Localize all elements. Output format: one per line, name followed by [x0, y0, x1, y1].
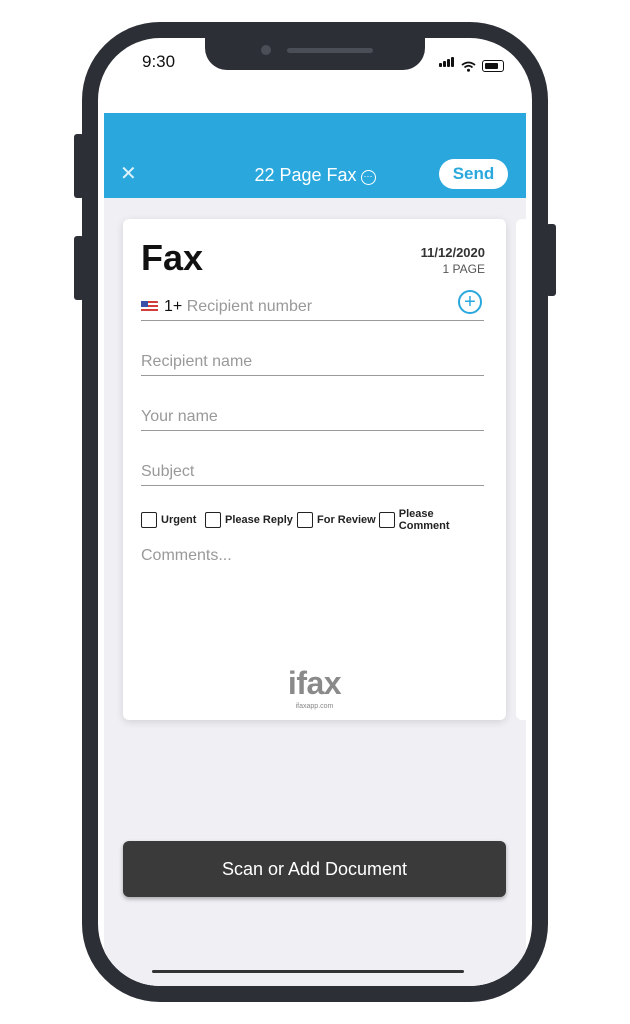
more-circle-icon[interactable]: ⋯ [360, 170, 376, 185]
fax-date: 11/12/2020 [420, 245, 485, 260]
checkbox-please-comment[interactable]: Please Comment [379, 508, 486, 532]
wifi-icon [461, 61, 476, 72]
volume-button [74, 236, 84, 300]
screen: 9:30 ✕ 22 Page Fax ⋯ Send Fax 11/12/2020 … [98, 38, 532, 986]
checkbox-label: For Review [317, 514, 376, 526]
header-title: 22 Page Fax [254, 165, 357, 185]
country-code-text: 1+ [164, 298, 183, 315]
home-indicator[interactable] [152, 970, 464, 973]
logo-url: ifaxapp.com [295, 703, 334, 710]
recipient-number-placeholder: Recipient number [186, 298, 313, 315]
status-time: 9:30 [142, 52, 176, 71]
checkbox-box[interactable] [297, 512, 313, 528]
scan-add-document-button[interactable]: Scan or Add Document [123, 841, 506, 897]
recipient-number-field[interactable]: 1+ Recipient number + [141, 290, 484, 321]
status-icons [439, 54, 504, 72]
subject-placeholder: Subject [141, 463, 195, 480]
plus-circle-icon[interactable]: + [458, 290, 482, 314]
us-flag-icon[interactable] [141, 301, 158, 312]
checkbox-label: Urgent [161, 514, 197, 526]
camera [261, 45, 271, 55]
checkbox-box[interactable] [379, 512, 395, 528]
notch [205, 38, 425, 70]
checkbox-box[interactable] [141, 512, 157, 528]
checkbox-urgent[interactable]: Urgent [141, 511, 196, 529]
power-button [546, 224, 556, 296]
fax-cover-card: Fax 11/12/2020 1 PAGE 1+ Recipient numbe… [123, 219, 506, 720]
fax-title: Fax [141, 237, 204, 278]
ifax-logo: ifax [287, 665, 342, 701]
subject-field[interactable]: Subject [141, 461, 484, 486]
app-header: ✕ 22 Page Fax ⋯ Send [104, 113, 526, 198]
battery-icon [482, 60, 504, 72]
recipient-name-field[interactable]: Recipient name [141, 351, 484, 376]
speaker [287, 48, 373, 53]
checkbox-box[interactable] [205, 512, 221, 528]
comments-field[interactable]: Comments... [141, 547, 232, 565]
checkbox-please-reply[interactable]: Please Reply [205, 511, 293, 529]
your-name-placeholder: Your name [141, 408, 218, 425]
send-button[interactable]: Send [439, 159, 508, 189]
your-name-field[interactable]: Your name [141, 406, 484, 431]
signal-icon [439, 54, 455, 72]
silent-switch [74, 134, 84, 198]
app-area: ✕ 22 Page Fax ⋯ Send Fax 11/12/2020 1 PAG… [104, 113, 532, 986]
checkbox-group: Urgent Please Reply For Review Please Co… [141, 508, 486, 532]
recipient-name-placeholder: Recipient name [141, 353, 253, 370]
checkbox-for-review[interactable]: For Review [297, 511, 376, 529]
checkbox-label: Please Reply [225, 514, 293, 526]
country-code: 1+ Recipient number [164, 298, 312, 316]
next-page-card[interactable] [516, 219, 532, 720]
page-count: 1 PAGE [442, 262, 485, 276]
checkbox-label: Please Comment [398, 508, 450, 532]
